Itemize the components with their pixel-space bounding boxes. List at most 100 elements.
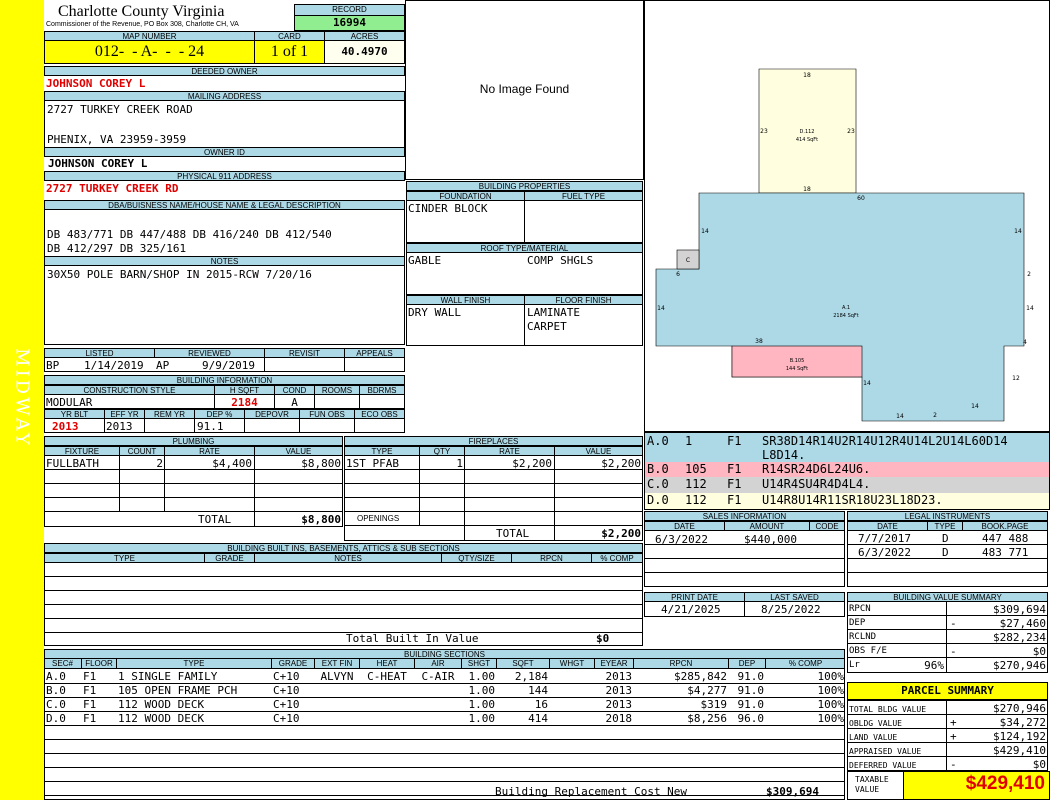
summary-label: Lr	[849, 660, 860, 670]
section-col-header: TYPE	[116, 659, 271, 669]
section-col-header: % COMP	[765, 659, 845, 669]
taxable-label: TAXABLE	[855, 775, 889, 784]
sketch-dim: 38	[755, 338, 763, 345]
legal-type: D	[942, 546, 949, 559]
parcel-value: $34,272	[999, 716, 1046, 729]
vector-id: D.0	[647, 493, 669, 507]
section-cell-eyear: 2018	[605, 712, 633, 725]
parcel-value: $270,946	[993, 702, 1046, 715]
parcel-value: $0	[1032, 758, 1046, 771]
section-cell-rpcn: $4,277	[687, 684, 727, 697]
district-sidebar: MIDWAY	[0, 0, 44, 800]
deeded-owner: JOHNSON COREY L	[46, 77, 146, 90]
sketch-dim: 23	[847, 128, 855, 135]
vector-row-b: B.0 105 F1 R14SR24D6L24U6.	[645, 462, 1049, 477]
section-cell-floor: F1	[83, 712, 97, 725]
section-cell-sqft: 2,184	[514, 670, 548, 683]
fireplace-total: $2,200	[601, 527, 641, 540]
building-properties-label: BUILDING PROPERTIES	[406, 181, 643, 191]
district-label: MIDWAY	[11, 348, 33, 448]
section-cell-sec: B.0	[46, 684, 66, 697]
county-title: Charlotte County Virginia	[58, 3, 225, 20]
fireplace-value: $2,200	[601, 457, 641, 470]
sketch-dim: 4	[1023, 339, 1027, 346]
section-cell-comp: 100%	[817, 670, 845, 683]
parcel-value: $124,192	[993, 730, 1046, 743]
vector-code: SR38D14R14U2R14U12R4U14L2U14L60D14	[762, 434, 1008, 448]
sketch-dim: 18	[803, 72, 811, 79]
sketch-area: 2184 SqFt	[833, 313, 859, 319]
legal-date: 6/3/2022	[858, 546, 911, 559]
section-cell-type: 1 SINGLE FAMILY	[118, 670, 218, 683]
section-cell-grade: C+10	[273, 712, 300, 725]
fireplace-total-label: TOTAL	[496, 527, 530, 540]
legal-book: 483 771	[982, 546, 1029, 559]
owner-id: JOHNSON COREY L	[48, 157, 148, 170]
section-cell-dep: 96.0	[737, 712, 765, 725]
sketch-dim: 60	[857, 195, 865, 202]
section-cell-comp: 100%	[817, 684, 845, 697]
section-cell-rpcn: $285,842	[674, 670, 727, 683]
vector-floor: F1	[727, 462, 742, 476]
summary-value: $270,946	[993, 659, 1046, 672]
sketch-label: A.1	[842, 305, 850, 311]
vector-num: 105	[685, 462, 707, 476]
plumbing-rate: $4,400	[212, 457, 252, 470]
floor-finish-value2: CARPET	[527, 320, 567, 333]
vector-num: 1	[685, 434, 693, 448]
record-value: 16994	[294, 15, 405, 31]
summary-value: $27,460	[999, 617, 1046, 630]
openings-label: OPENINGS	[357, 514, 400, 523]
section-col-header: EYEAR	[594, 659, 633, 669]
section-col-header: RPCN	[633, 659, 728, 669]
sketch-label: D.112	[800, 129, 815, 135]
mailing-address-line1: 2727 TURKEY CREEK ROAD	[47, 103, 193, 116]
section-col-header: HEAT	[359, 659, 414, 669]
sketch-dim: 14	[1026, 305, 1034, 312]
fireplaces-label: FIREPLACES	[344, 436, 643, 446]
section-cell-rpcn: $319	[700, 698, 728, 711]
section-cell-floor: F1	[83, 670, 97, 683]
print-date: 4/21/2025	[661, 603, 721, 616]
roof-material: COMP SHGLS	[527, 254, 594, 267]
vector-code: U14R8U14R11SR18U23L18D23.	[762, 493, 943, 507]
sale-date: 6/3/2022	[655, 533, 708, 546]
sketch-dim: 6	[676, 271, 680, 278]
sale-amount: $440,000	[744, 533, 797, 546]
taxable-value: $429,410	[965, 773, 1045, 794]
legal-description-line1: DB 483/771 DB 447/488 DB 416/240 DB 412/…	[47, 228, 332, 241]
construction-style: MODULAR	[46, 396, 93, 409]
parcel-label: LAND VALUE	[849, 733, 898, 742]
legal-book: 447 488	[982, 532, 1029, 545]
section-cell-dep: 91.0	[737, 698, 765, 711]
section-cell-sqft: 144	[528, 684, 548, 697]
section-cell-dep: 91.0	[737, 670, 765, 683]
section-col-header: SHGT	[461, 659, 496, 669]
summary-pct: 96%	[924, 659, 944, 672]
year-built: 2013	[52, 420, 79, 433]
section-col-header: EXT FIN	[314, 659, 359, 669]
summary-label: OBS F/E	[849, 646, 887, 656]
plumbing-count: 2	[156, 457, 163, 470]
foundation-value: CINDER BLOCK	[408, 202, 488, 215]
owner-id-label: OWNER ID	[44, 147, 405, 157]
section-cell-floor: F1	[83, 684, 97, 697]
built-ins-label: BUILDING BUILT INS, BASEMENTS, ATTICS & …	[44, 543, 643, 553]
roof-box	[406, 252, 643, 295]
section-col-header: WHGT	[549, 659, 594, 669]
section-col-header: DEP	[728, 659, 765, 669]
section-cell-sec: D.0	[46, 712, 66, 725]
effective-year: 2013	[106, 420, 133, 433]
legal-description-line2: DB 412/297 DB 325/161	[47, 242, 187, 255]
plumbing-value: $8,800	[301, 457, 341, 470]
vector-row-a: A.0 1 F1 SR38D14R14U2R14U12R4U14L2U14L60…	[645, 433, 1049, 462]
section-cell-sqft: 16	[534, 698, 548, 711]
listed-date: 1/14/2019	[84, 359, 144, 372]
last-saved-date: 8/25/2022	[761, 603, 821, 616]
depreciation-pct: 91.1	[197, 420, 224, 433]
replacement-cost-label: Building Replacement Cost New	[495, 785, 688, 798]
sketch-dim: 2	[1027, 271, 1031, 278]
vector-code-cont: L8D14.	[762, 448, 806, 462]
floor-finish-value1: LAMINATE	[527, 306, 580, 319]
vector-floor: F1	[727, 477, 742, 491]
